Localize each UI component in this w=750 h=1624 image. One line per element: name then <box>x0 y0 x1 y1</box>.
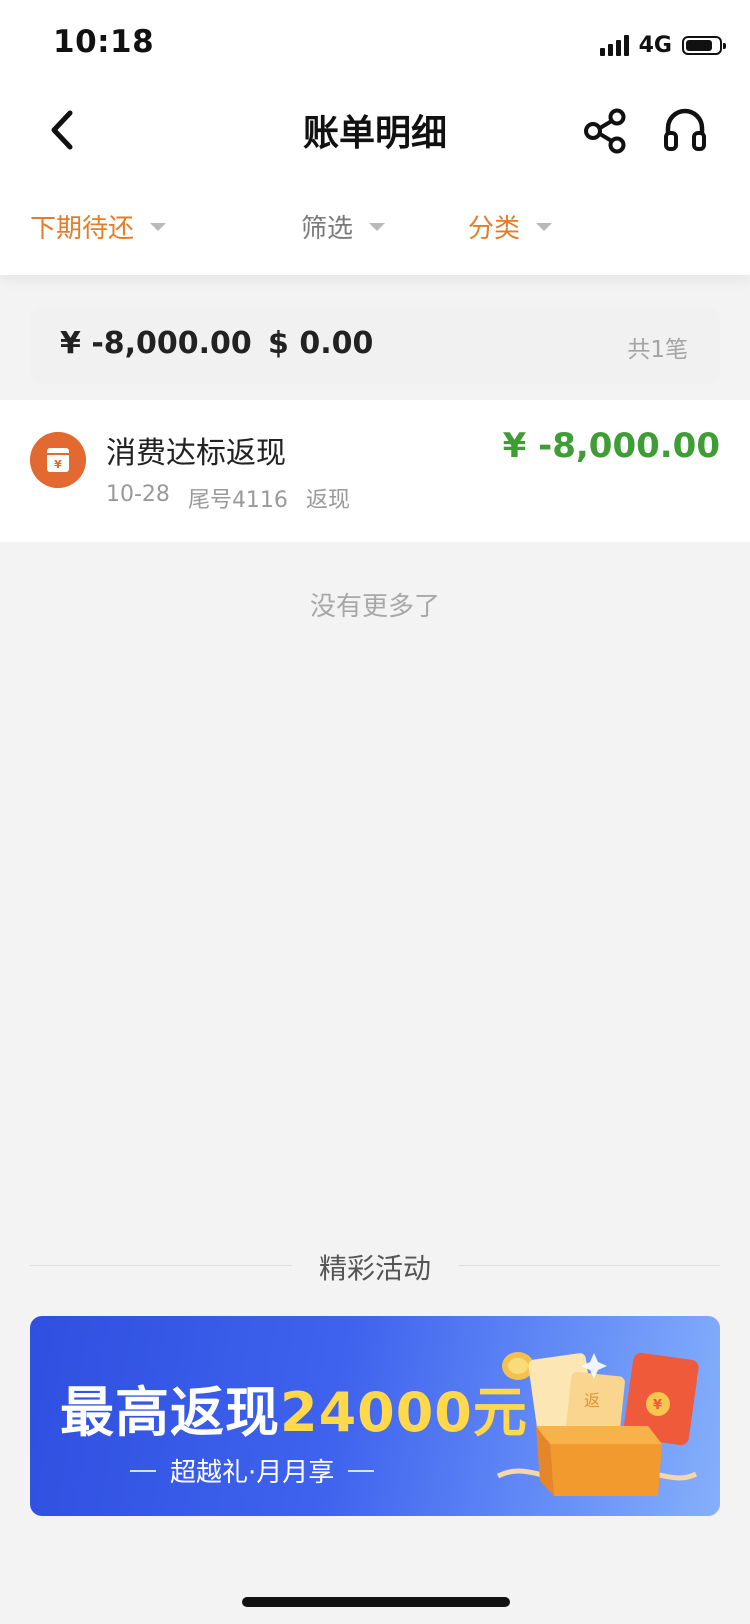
banner-headline-prefix: 最高返现 <box>60 1381 280 1444</box>
transaction-type: 返现 <box>305 488 350 513</box>
usd-total: $ 0.00 <box>268 326 374 361</box>
caret-down-icon <box>536 223 553 231</box>
transaction-date: 10-28 <box>106 482 170 507</box>
status-icons: 4G <box>599 30 726 60</box>
network-label: 4G <box>638 32 672 58</box>
dash-decoration <box>130 1469 156 1472</box>
filter-next-due-label: 下期待还 <box>30 213 135 244</box>
battery-level <box>686 39 712 51</box>
cashback-icon: ¥ <box>30 432 86 488</box>
filter-category[interactable]: 分类 <box>468 206 553 246</box>
filter-screen-label: 筛选 <box>301 213 354 244</box>
dash-decoration <box>348 1469 375 1472</box>
banner-headline: 最高返现24000元 <box>60 1368 528 1447</box>
headset-icon[interactable] <box>662 106 708 154</box>
cny-total: ¥ -8,000.00 <box>60 326 252 361</box>
page-title: 账单明细 <box>302 113 447 154</box>
transaction-meta: 10-28 尾号4116 返现 <box>106 482 350 514</box>
svg-text:¥: ¥ <box>54 458 62 471</box>
gift-box-illustration: 返 ¥ <box>496 1352 699 1496</box>
filter-category-label: 分类 <box>468 213 521 244</box>
promo-banner[interactable]: 最高返现24000元 超越礼·月月享 返 ¥ <box>30 1316 720 1516</box>
caret-down-icon <box>369 223 386 231</box>
share-icon[interactable] <box>582 108 628 154</box>
filter-screen[interactable]: 筛选 <box>301 206 386 246</box>
transaction-amount: ¥ -8,000.00 <box>502 426 720 466</box>
bill-summary: ¥ -8,000.00 $ 0.00 共1笔 <box>30 308 720 384</box>
filter-next-due[interactable]: 下期待还 <box>30 206 167 246</box>
transaction-row[interactable]: ¥ 消费达标返现 10-28 尾号4116 返现 ¥ -8,000.00 <box>0 400 750 542</box>
transaction-count: 共1笔 <box>627 337 688 363</box>
list-end-text: 没有更多了 <box>309 592 440 622</box>
home-indicator[interactable] <box>242 1597 510 1607</box>
transaction-card: 尾号4116 <box>187 488 288 513</box>
status-time: 10:18 <box>53 24 155 60</box>
banner-subtitle: 超越礼·月月享 <box>170 1458 335 1488</box>
svg-text:返: 返 <box>584 1391 600 1410</box>
transaction-title: 消费达标返现 <box>106 436 286 471</box>
activities-title: 精彩活动 <box>318 1252 431 1285</box>
battery-icon <box>682 35 726 55</box>
caret-down-icon <box>150 223 167 231</box>
svg-text:¥: ¥ <box>653 1398 662 1413</box>
signal-icon <box>599 34 629 56</box>
banner-subtitle-row: 超越礼·月月享 <box>130 1452 375 1489</box>
header-area: 10:18 4G 账单明细 下期待还 筛选 分类 <box>0 0 750 275</box>
